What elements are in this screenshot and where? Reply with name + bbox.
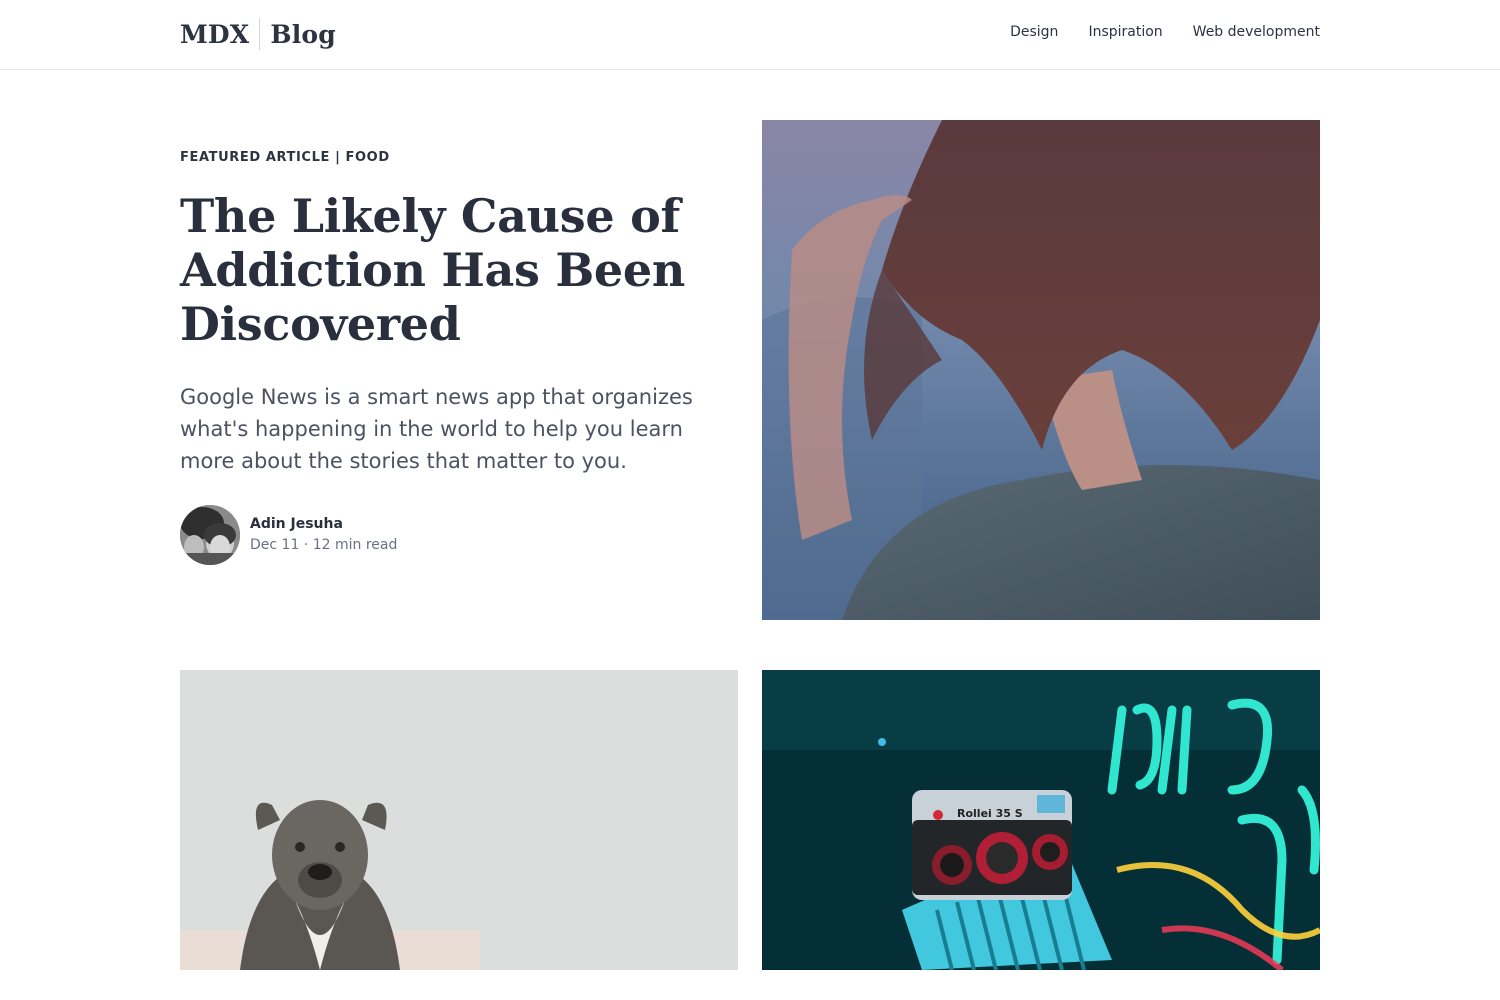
camera-neon-photo: Rollei 35 S bbox=[762, 670, 1320, 970]
main-nav: Design Inspiration Web development bbox=[1010, 24, 1320, 40]
brand-blog: Blog bbox=[270, 19, 336, 49]
nav-link-inspiration[interactable]: Inspiration bbox=[1088, 24, 1162, 40]
featured-image[interactable] bbox=[762, 120, 1320, 620]
author-byline: Adin Jesuha Dec 11 · 12 min read bbox=[180, 505, 720, 565]
dog-photo bbox=[180, 670, 738, 970]
avatar-photo bbox=[180, 505, 240, 565]
brand-mdx: MDX bbox=[180, 19, 250, 49]
author-name[interactable]: Adin Jesuha bbox=[250, 514, 397, 534]
article-image-dog[interactable] bbox=[180, 670, 738, 970]
article-image-camera[interactable]: Rollei 35 S bbox=[762, 670, 1320, 970]
site-logo[interactable]: MDX Blog bbox=[180, 18, 336, 50]
author-avatar[interactable] bbox=[180, 505, 240, 565]
post-date-readtime: Dec 11 · 12 min read bbox=[250, 537, 398, 553]
woman-hair-photo bbox=[762, 120, 1320, 620]
featured-title[interactable]: The Likely Cause of Addiction Has Been D… bbox=[180, 189, 720, 351]
camera-brand-label: Rollei 35 S bbox=[957, 807, 1023, 820]
featured-summary: Google News is a smart news app that org… bbox=[180, 385, 693, 473]
brand-divider bbox=[259, 18, 261, 50]
site-header: MDX Blog Design Inspiration Web developm… bbox=[0, 0, 1500, 70]
featured-article: FEATURED ARTICLE | FOOD The Likely Cause… bbox=[180, 150, 720, 565]
author-meta: Adin Jesuha Dec 11 · 12 min read bbox=[250, 514, 397, 556]
featured-category[interactable]: FEATURED ARTICLE | FOOD bbox=[180, 150, 720, 165]
nav-link-design[interactable]: Design bbox=[1010, 24, 1058, 40]
nav-link-web-development[interactable]: Web development bbox=[1193, 24, 1320, 40]
